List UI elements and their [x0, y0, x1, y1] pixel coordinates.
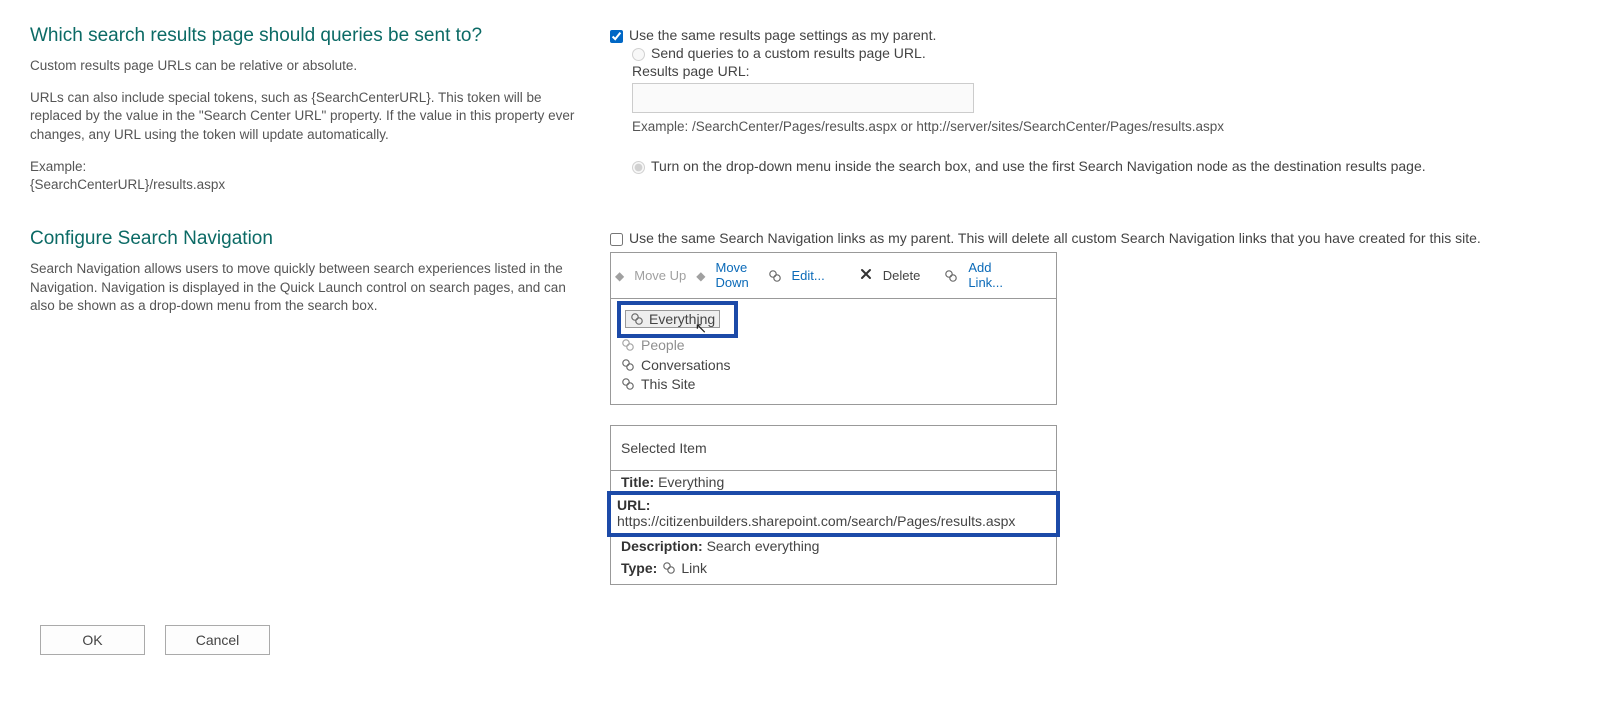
- cancel-button[interactable]: Cancel: [165, 625, 270, 655]
- nav-item-people[interactable]: People: [619, 336, 1048, 354]
- nav-item-label: This Site: [641, 376, 695, 392]
- highlight-selected-item: Everything ↖: [617, 301, 738, 338]
- detail-desc-label: Description:: [621, 538, 703, 554]
- movedown-button[interactable]: Move Down: [712, 259, 762, 292]
- results-url-label: Results page URL:: [632, 63, 1570, 79]
- link-icon: [630, 312, 644, 326]
- link-icon: [621, 377, 635, 391]
- nav-list: Everything ↖ People Conversations This S…: [611, 299, 1056, 404]
- moveup-arrow-icon: ◆: [615, 269, 624, 283]
- highlight-url-row: URL: https://citizenbuilders.sharepoint.…: [607, 491, 1060, 537]
- detail-url-row: URL: https://citizenbuilders.sharepoint.…: [617, 497, 1050, 529]
- moveup-button[interactable]: Move Up: [630, 266, 690, 285]
- nav-item-label: Conversations: [641, 357, 731, 373]
- detail-type-value: Link: [681, 560, 707, 576]
- button-row: OK Cancel: [30, 625, 1570, 655]
- detail-url-label: URL:: [617, 497, 650, 513]
- help-text-1: Custom results page URLs can be relative…: [30, 57, 590, 75]
- link-icon: [621, 358, 635, 372]
- nav-toolbar: ◆ Move Up ◆ Move Down Edit... Delete Add…: [611, 253, 1056, 299]
- nav-item-everything[interactable]: Everything ↖: [625, 310, 720, 328]
- use-parent-nav-label: Use the same Search Navigation links as …: [629, 230, 1481, 246]
- detail-type-label: Type:: [621, 560, 657, 576]
- nav-item-conversations[interactable]: Conversations: [619, 356, 1048, 374]
- movedown-arrow-icon: ◆: [696, 269, 705, 283]
- detail-type-row: Type: Link: [611, 557, 1056, 584]
- ok-button[interactable]: OK: [40, 625, 145, 655]
- edit-link-icon: [768, 269, 782, 283]
- detail-url-value: https://citizenbuilders.sharepoint.com/s…: [617, 513, 1015, 529]
- nav-item-label: People: [641, 337, 685, 353]
- addlink-link-icon: [944, 269, 958, 283]
- link-icon: [621, 338, 635, 352]
- help-text-2: URLs can also include special tokens, su…: [30, 89, 590, 144]
- delete-x-icon: [859, 267, 873, 284]
- nav-editor-box: ◆ Move Up ◆ Move Down Edit... Delete Add…: [610, 252, 1057, 405]
- section1-title: Which search results page should queries…: [30, 25, 590, 47]
- nav-item-label: Everything: [649, 311, 715, 327]
- dropdown-radio-label: Turn on the drop-down menu inside the se…: [651, 158, 1426, 174]
- use-parent-results-label: Use the same results page settings as my…: [629, 27, 936, 43]
- link-icon: [662, 561, 676, 575]
- results-url-example: Example: /SearchCenter/Pages/results.asp…: [632, 119, 1570, 134]
- detail-title-row: Title: Everything: [611, 471, 1056, 493]
- selected-item-details: Selected Item Title: Everything URL: htt…: [610, 425, 1057, 585]
- detail-desc-row: Description: Search everything: [611, 535, 1056, 557]
- detail-desc-value: Search everything: [707, 538, 820, 554]
- section2-help: Search Navigation allows users to move q…: [30, 260, 590, 315]
- delete-button[interactable]: Delete: [879, 266, 925, 285]
- addlink-button[interactable]: Add Link...: [964, 259, 1012, 292]
- use-parent-results-checkbox[interactable]: [610, 30, 623, 43]
- custom-results-radio[interactable]: [632, 48, 645, 61]
- custom-results-label: Send queries to a custom results page UR…: [651, 45, 926, 61]
- detail-title-label: Title:: [621, 474, 654, 490]
- help-example-value: {SearchCenterURL}/results.aspx: [30, 176, 590, 194]
- edit-button[interactable]: Edit...: [788, 266, 829, 285]
- dropdown-radio[interactable]: [632, 161, 645, 174]
- help-example-label: Example:: [30, 158, 590, 176]
- detail-title-value: Everything: [658, 474, 724, 490]
- use-parent-nav-checkbox[interactable]: [610, 233, 623, 246]
- configure-search-nav-section: Configure Search Navigation Search Navig…: [30, 228, 1570, 585]
- section2-title: Configure Search Navigation: [30, 228, 590, 250]
- results-page-section: Which search results page should queries…: [30, 25, 1570, 208]
- results-url-input[interactable]: [632, 83, 974, 113]
- nav-item-thissite[interactable]: This Site: [619, 375, 1048, 393]
- details-header: Selected Item: [611, 426, 1056, 471]
